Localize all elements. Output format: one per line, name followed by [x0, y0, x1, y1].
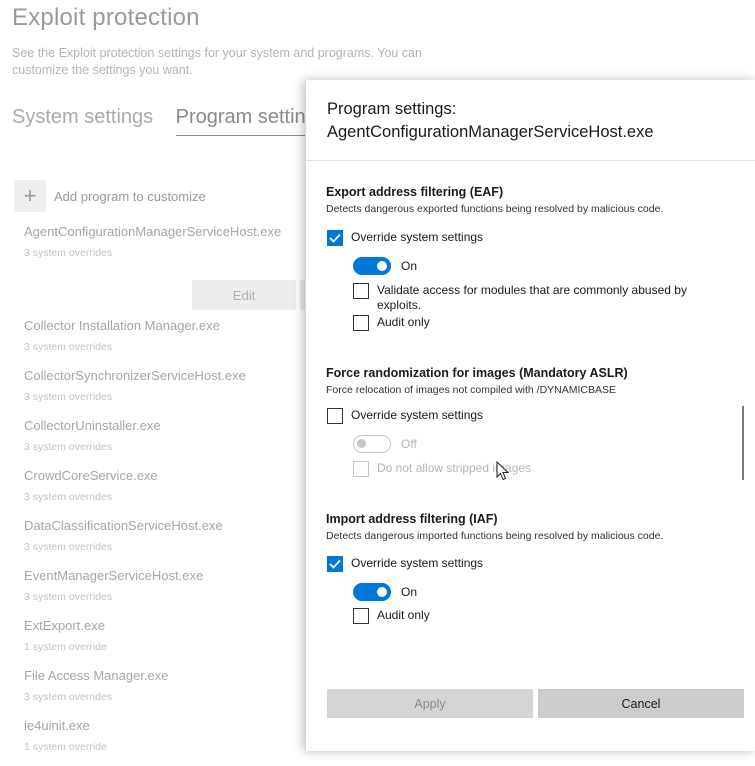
dialog-scrollbar[interactable] [742, 406, 744, 480]
add-program-button[interactable]: + Add program to customize [14, 180, 206, 212]
cancel-button[interactable]: Cancel [538, 689, 744, 718]
checkbox-label: Audit only [377, 315, 430, 329]
dialog-title: Program settings: AgentConfigurationMana… [327, 98, 654, 144]
iaf-audit-checkbox[interactable]: Audit only [353, 608, 430, 624]
toggle-switch [353, 257, 391, 275]
override-count: 3 system overrides [24, 591, 113, 603]
override-count: 3 system overrides [24, 441, 113, 453]
program-name: EventManagerServiceHost.exe [24, 568, 204, 583]
program-name: AgentConfigurationManagerServiceHost.exe [24, 224, 282, 239]
override-count: 1 system override [24, 641, 107, 653]
eaf-validate-checkbox[interactable]: Validate access for modules that are com… [353, 283, 703, 313]
program-name: ie4uinit.exe [24, 718, 90, 733]
eaf-toggle[interactable]: On [353, 257, 417, 275]
override-count: 3 system overrides [24, 541, 113, 553]
checkbox-label: Audit only [377, 608, 430, 622]
plus-icon: + [14, 180, 46, 212]
toggle-label: On [401, 585, 418, 599]
program-name: Collector Installation Manager.exe [24, 318, 220, 333]
checkbox-label: Override system settings [351, 230, 484, 244]
list-item[interactable]: CrowdCoreService.exe 3 system overrides [24, 468, 314, 516]
aslr-toggle[interactable]: Off [353, 435, 417, 453]
toggle-switch [353, 583, 391, 601]
list-item[interactable]: File Access Manager.exe 3 system overrid… [24, 668, 314, 716]
list-item[interactable]: AgentConfigurationManagerServiceHost.exe… [24, 224, 320, 316]
list-item[interactable]: Collector Installation Manager.exe 3 sys… [24, 318, 314, 366]
aslr-override-checkbox[interactable]: Override system settings [327, 408, 483, 424]
program-name: ExtExport.exe [24, 618, 105, 633]
override-count: 3 system overrides [24, 391, 113, 403]
page-description: See the Exploit protection settings for … [12, 46, 422, 77]
toggle-label: On [401, 259, 418, 273]
edit-button[interactable]: Edit [192, 280, 296, 310]
list-item[interactable]: ExtExport.exe 1 system override [24, 618, 314, 666]
settings-tabs: System settings Program settings [12, 106, 312, 136]
tab-program-settings[interactable]: Program settings [175, 106, 312, 136]
page-title: Exploit protection [12, 4, 200, 31]
section-title: Export address filtering (EAF) [326, 185, 504, 199]
program-list: AgentConfigurationManagerServiceHost.exe… [24, 222, 320, 766]
section-description: Force relocation of images not compiled … [326, 384, 617, 396]
apply-button[interactable]: Apply [327, 689, 533, 718]
dialog-button-bar: Apply Cancel [306, 681, 755, 751]
list-item[interactable]: CollectorSynchronizerServiceHost.exe 3 s… [24, 368, 314, 416]
checkbox-icon [353, 315, 369, 331]
program-name: CollectorSynchronizerServiceHost.exe [24, 368, 246, 383]
checkbox-checked-icon [327, 230, 343, 246]
program-name: DataClassificationServiceHost.exe [24, 518, 223, 533]
dialog-divider [306, 160, 755, 161]
eaf-section: Export address filtering (EAF) Detects d… [326, 185, 746, 215]
override-count: 3 system overrides [24, 247, 113, 259]
section-title: Import address filtering (IAF) [326, 512, 498, 526]
section-title: Force randomization for images (Mandator… [326, 366, 628, 380]
dialog-title-label: Program settings: [327, 100, 457, 118]
iaf-override-checkbox[interactable]: Override system settings [327, 556, 483, 572]
override-count: 1 system override [24, 741, 107, 753]
mouse-cursor-icon [496, 461, 510, 481]
checkbox-label: Override system settings [351, 556, 484, 570]
checkbox-label: Override system settings [351, 408, 484, 422]
iaf-section: Import address filtering (IAF) Detects d… [326, 512, 746, 542]
eaf-audit-checkbox[interactable]: Audit only [353, 315, 430, 331]
iaf-toggle[interactable]: On [353, 583, 417, 601]
toggle-label: Off [401, 437, 417, 451]
checkbox-label: Validate access for modules that are com… [377, 283, 687, 312]
checkbox-checked-icon [327, 556, 343, 572]
tab-system-settings[interactable]: System settings [12, 106, 153, 129]
list-item[interactable]: EventManagerServiceHost.exe 3 system ove… [24, 568, 314, 616]
add-program-label: Add program to customize [54, 188, 206, 204]
list-item[interactable]: CollectorUninstaller.exe 3 system overri… [24, 418, 314, 466]
program-name: CrowdCoreService.exe [24, 468, 158, 483]
aslr-section: Force randomization for images (Mandator… [326, 366, 746, 396]
list-item[interactable]: DataClassificationServiceHost.exe 3 syst… [24, 518, 314, 566]
section-description: Detects dangerous imported functions bei… [326, 530, 664, 542]
section-description: Detects dangerous exported functions bei… [326, 203, 664, 215]
checkbox-icon [327, 408, 343, 424]
checkbox-icon [353, 283, 369, 299]
program-name: File Access Manager.exe [24, 668, 169, 683]
dialog-program-name: AgentConfigurationManagerServiceHost.exe [327, 123, 654, 141]
eaf-override-checkbox[interactable]: Override system settings [327, 230, 483, 246]
override-count: 3 system overrides [24, 691, 113, 703]
program-name: CollectorUninstaller.exe [24, 418, 161, 433]
program-settings-dialog: Program settings: AgentConfigurationMana… [305, 80, 755, 751]
checkbox-icon [353, 461, 369, 477]
override-count: 3 system overrides [24, 341, 113, 353]
toggle-switch [353, 435, 391, 453]
override-count: 3 system overrides [24, 491, 113, 503]
checkbox-icon [353, 608, 369, 624]
list-item[interactable]: ie4uinit.exe 1 system override [24, 718, 314, 766]
